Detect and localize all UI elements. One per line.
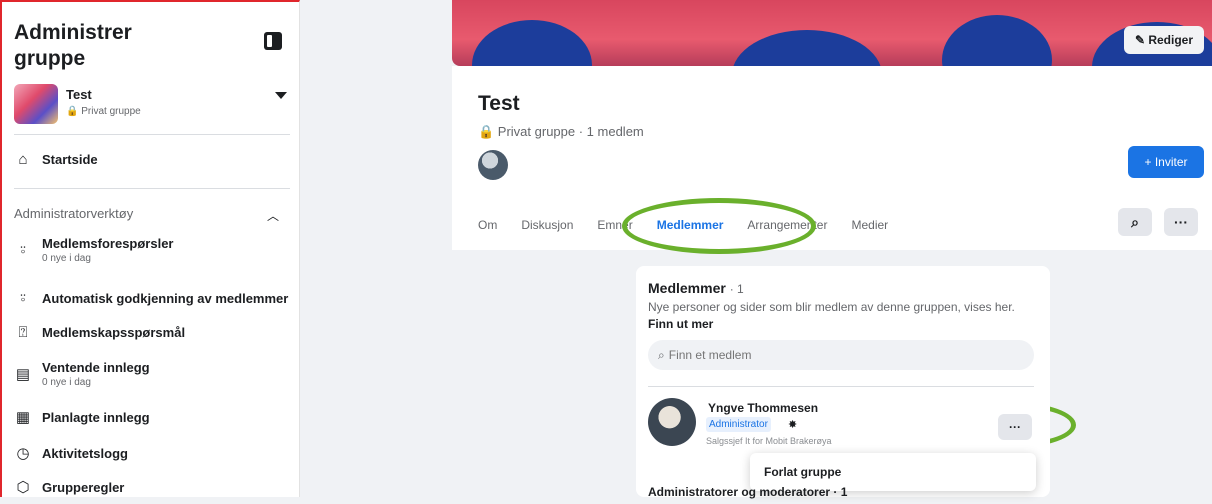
admin-badge-icon: ✸	[788, 419, 798, 431]
search-icon: ⌕	[1131, 213, 1139, 230]
edit-cover-button[interactable]: ✎ Rediger	[1124, 26, 1204, 54]
home-icon: ⌂	[18, 150, 28, 168]
page-title: Test	[478, 92, 520, 115]
sidebar-item-scheduled-posts[interactable]: ▦ Planlagte innlegg	[14, 400, 290, 434]
member-search[interactable]: ⌕	[648, 340, 1034, 370]
member-search-input[interactable]	[668, 348, 1009, 362]
sidebar-toggle-icon[interactable]	[264, 32, 282, 50]
member-name[interactable]: Yngve Thommesen	[708, 401, 818, 415]
sidebar-item-label: Aktivitetslogg	[42, 445, 128, 461]
tab-about[interactable]: Om	[478, 218, 497, 232]
sidebar-item-home[interactable]: ⌂ Startside	[14, 142, 290, 176]
search-icon: ⌕	[658, 347, 665, 362]
tab-discussion[interactable]: Diskusjon	[521, 218, 573, 232]
group-privacy: 🔒 Privat gruppe	[66, 106, 141, 117]
invite-button[interactable]: + Inviter	[1128, 146, 1204, 178]
cover-photo	[452, 0, 1212, 66]
group-subtitle: 🔒 Privat gruppe · 1 medlem	[478, 124, 644, 139]
sidebar-item-member-questions[interactable]: ⍰ Medlemskapsspørsmål	[14, 315, 290, 349]
group-name: Test	[66, 87, 92, 102]
sidebar-item-sublabel: 0 nye i dag	[42, 377, 91, 388]
divider	[14, 188, 290, 189]
sidebar-item-group-rules[interactable]: ⬡ Grupperegler	[14, 470, 290, 504]
sidebar-item-label: Startside	[42, 151, 98, 167]
highlight-ellipse	[622, 198, 816, 254]
member-role: Salgssjef It for Mobit Brakerøya	[706, 436, 832, 446]
person-add-icon: ⍤	[18, 241, 28, 259]
calendar-icon: ▦	[15, 409, 31, 426]
sidebar-item-sublabel: 0 nye i dag	[42, 253, 91, 264]
status-badge: Administrator	[706, 417, 771, 432]
chevron-down-icon[interactable]	[275, 92, 287, 99]
search-button[interactable]: ⌕	[1118, 208, 1152, 236]
admin-sidebar: Administrer gruppe Test 🔒 Privat gruppe …	[0, 0, 300, 497]
divider	[14, 134, 290, 135]
sidebar-item-pending-posts[interactable]: ▤ Ventende innlegg 0 nye i dag	[14, 357, 290, 391]
sidebar-item-label: Automatisk godkjenning av medlemmer	[42, 290, 289, 306]
members-heading: Medlemmer · 1	[648, 280, 744, 296]
sidebar-item-label: Grupperegler	[42, 479, 125, 495]
group-switcher[interactable]: Test 🔒 Privat gruppe	[14, 84, 290, 128]
sidebar-item-member-requests[interactable]: ⍤ Medlemsforespørsler 0 nye i dag	[14, 233, 290, 267]
sidebar-item-label: Planlagte innlegg	[42, 409, 150, 425]
more-options-button[interactable]: ···	[1164, 208, 1198, 236]
chevron-up-icon[interactable]: ︿	[267, 207, 279, 224]
sidebar-item-label: Medlemsforespørsler	[42, 236, 174, 251]
section-heading: Administratorverktøy	[14, 206, 134, 221]
rules-icon: ⬡	[16, 479, 30, 496]
learn-more-link[interactable]: Finn ut mer	[648, 317, 713, 331]
members-count: · 1	[729, 282, 744, 296]
sidebar-title: Administrer gruppe	[14, 21, 132, 70]
sidebar-item-label: Medlemskapsspørsmål	[42, 324, 186, 340]
person-check-icon: ⍤	[18, 289, 28, 307]
pending-post-icon: ▤	[15, 366, 31, 383]
member-question-icon: ⍰	[18, 323, 28, 341]
members-title: Medlemmer	[648, 280, 726, 296]
clock-icon: ◷	[16, 445, 30, 462]
divider	[648, 386, 1034, 387]
members-description: Nye personer og sider som blir medlem av…	[648, 300, 1015, 314]
cover-shape	[732, 30, 882, 66]
cover-shape	[472, 20, 592, 66]
sidebar-item-activity-log[interactable]: ◷ Aktivitetslogg	[14, 436, 290, 470]
sidebar-item-auto-approve[interactable]: ⍤ Automatisk godkjenning av medlemmer	[14, 281, 290, 315]
sidebar-item-label: Ventende innlegg	[42, 360, 150, 375]
avatar[interactable]	[478, 150, 508, 180]
group-thumbnail	[14, 84, 58, 124]
member-more-button[interactable]: ···	[998, 414, 1032, 440]
avatar[interactable]	[648, 398, 696, 446]
cover-shape	[942, 15, 1052, 66]
tab-media[interactable]: Medier	[851, 218, 888, 232]
